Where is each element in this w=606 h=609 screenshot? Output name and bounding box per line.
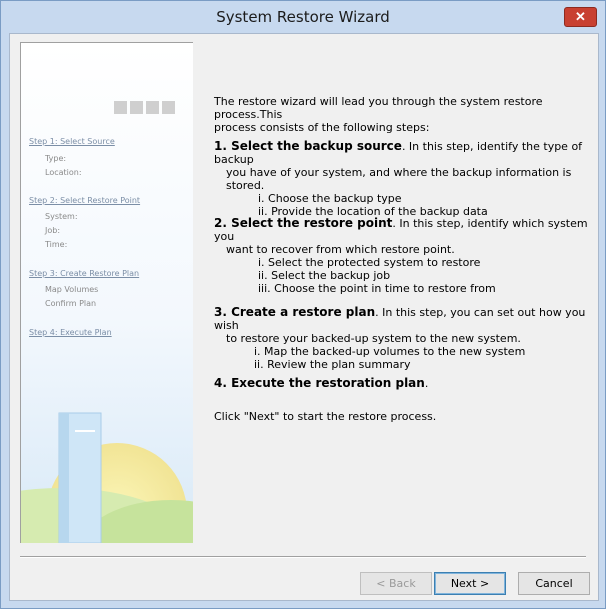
section-1-text-2: you have of your system, and where the b… (226, 166, 572, 192)
button-separator (20, 556, 586, 558)
wizard-window: System Restore Wizard ✕ Step 1: Select S… (0, 0, 606, 609)
section-3-title: 3. Create a restore plan (214, 305, 376, 319)
progress-square (162, 101, 175, 114)
section-2-item-1: i. Select the protected system to restor… (258, 256, 481, 269)
progress-square (130, 101, 143, 114)
back-button[interactable]: < Back (360, 572, 432, 595)
next-button[interactable]: Next > (434, 572, 506, 595)
progress-square (146, 101, 159, 114)
intro-line-1: The restore wizard will lead you through… (214, 95, 543, 121)
footer-instruction: Click "Next" to start the restore proces… (214, 410, 437, 423)
step-1-location-label: Location: (45, 168, 82, 177)
section-3-item-2: ii. Review the plan summary (254, 358, 411, 371)
intro-text: The restore wizard will lead you through… (214, 95, 594, 134)
section-execute-plan: 4. Execute the restoration plan. (214, 376, 594, 391)
wizard-client-area: Step 1: Select Source Type: Location: St… (9, 33, 599, 601)
section-2-item-2: ii. Select the backup job (258, 269, 391, 282)
section-select-backup-source: 1. Select the backup source. In this ste… (214, 139, 594, 219)
cancel-button[interactable]: Cancel (518, 572, 590, 595)
step-1-link[interactable]: Step 1: Select Source (29, 137, 115, 146)
step-1-type-label: Type: (45, 154, 67, 163)
window-title: System Restore Wizard (216, 8, 390, 26)
section-4-title: 4. Execute the restoration plan (214, 376, 425, 390)
section-1-item-1: i. Choose the backup type (258, 192, 402, 205)
progress-squares (114, 101, 178, 119)
section-create-restore-plan: 3. Create a restore plan. In this step, … (214, 305, 594, 372)
section-4-text: . (424, 377, 429, 390)
section-1-title: 1. Select the backup source (214, 139, 402, 153)
step-2-job-label: Job: (45, 226, 61, 235)
step-2-link[interactable]: Step 2: Select Restore Point (29, 196, 140, 205)
section-2-item-3: iii. Choose the point in time to restore… (258, 282, 496, 295)
step-3-link[interactable]: Step 3: Create Restore Plan (29, 269, 139, 278)
step-2-time-label: Time: (45, 240, 68, 249)
step-3-map-volumes-label: Map Volumes (45, 285, 99, 294)
section-2-text-2: want to recover from which restore point… (226, 243, 455, 256)
step-2-system-label: System: (45, 212, 78, 221)
close-button[interactable]: ✕ (564, 7, 597, 27)
section-3-text-2: to restore your backed-up system to the … (226, 332, 521, 345)
wizard-sidebar: Step 1: Select Source Type: Location: St… (20, 42, 193, 543)
intro-line-2: process consists of the following steps: (214, 121, 430, 134)
title-bar[interactable]: System Restore Wizard ✕ (1, 1, 605, 33)
progress-square (114, 101, 127, 114)
section-3-item-1: i. Map the backed-up volumes to the new … (254, 345, 526, 358)
step-4-link[interactable]: Step 4: Execute Plan (29, 328, 112, 337)
step-3-confirm-plan-label: Confirm Plan (45, 299, 97, 308)
section-select-restore-point: 2. Select the restore point. In this ste… (214, 216, 594, 296)
section-2-title: 2. Select the restore point (214, 216, 393, 230)
wizard-content: The restore wizard will lead you through… (214, 95, 594, 423)
